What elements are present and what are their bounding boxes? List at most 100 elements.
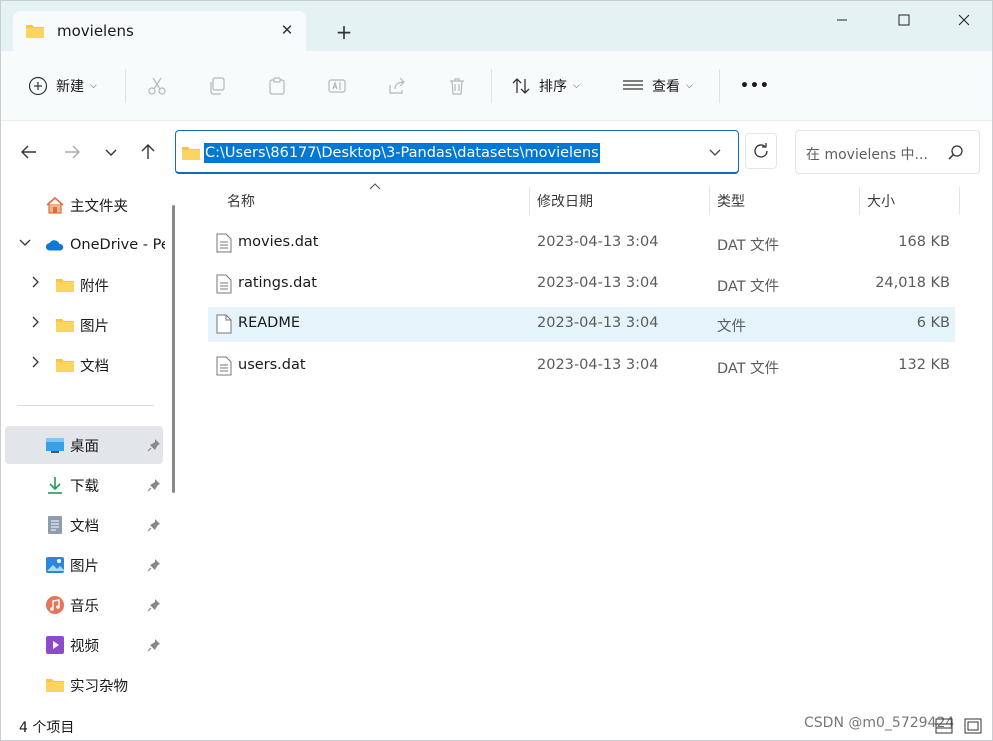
new-tab-button[interactable]: +: [330, 18, 358, 46]
column-header-name[interactable]: 名称: [227, 183, 255, 219]
table-row[interactable]: ratings.dat 2023-04-13 3:04 DAT 文件 24,01…: [208, 267, 955, 302]
file-size: 168 KB: [898, 234, 950, 250]
more-options-button[interactable]: •••: [740, 71, 770, 101]
sidebar-item-attachments[interactable]: 附件: [5, 266, 163, 304]
download-icon: [45, 475, 65, 495]
rename-button[interactable]: [324, 73, 350, 99]
chevron-right-icon[interactable]: [29, 276, 41, 291]
folder-icon: [26, 25, 44, 38]
thumbnail-view-icon[interactable]: [964, 717, 982, 735]
file-type: DAT 文件: [717, 361, 780, 377]
watermark-text: CSDN @m0_5729424: [804, 715, 955, 731]
arrow-right-icon: [65, 145, 80, 159]
file-explorer-window: movielens ✕ + 新建 ⌵ 排序 ⌵ 查看 ⌵ ••• C:\User…: [0, 0, 993, 741]
file-name: README: [238, 315, 300, 331]
folder-icon: [55, 275, 75, 295]
column-divider[interactable]: [959, 187, 960, 215]
sidebar-item-label: 主文件夹: [70, 198, 128, 215]
column-header-size[interactable]: 大小: [867, 183, 895, 219]
chevron-right-icon[interactable]: [29, 316, 41, 331]
maximize-button[interactable]: [881, 5, 927, 35]
recent-locations-button[interactable]: [96, 137, 126, 167]
search-box[interactable]: 在 movielens 中...: [795, 130, 980, 174]
pin-icon[interactable]: [147, 598, 161, 612]
sidebar-item-od-documents[interactable]: 文档: [5, 346, 163, 384]
pin-icon[interactable]: [147, 558, 161, 572]
column-header-type[interactable]: 类型: [717, 183, 745, 219]
sidebar-item-music[interactable]: 音乐: [5, 586, 163, 624]
chevron-down-icon[interactable]: [708, 145, 722, 159]
sort-icon: [512, 78, 530, 94]
sidebar-item-label: 下载: [70, 478, 99, 495]
sidebar-item-documents[interactable]: 文档: [5, 506, 163, 544]
sidebar-item-pictures[interactable]: 图片: [5, 546, 163, 584]
close-tab-button[interactable]: ✕: [276, 19, 298, 41]
column-header-modified[interactable]: 修改日期: [537, 183, 593, 219]
delete-button[interactable]: [444, 73, 470, 99]
table-row[interactable]: movies.dat 2023-04-13 3:04 DAT 文件 168 KB: [208, 226, 955, 261]
pin-icon[interactable]: [147, 518, 161, 532]
sidebar-scrollbar[interactable]: [172, 205, 175, 493]
sidebar-item-home[interactable]: 主文件夹: [5, 186, 163, 224]
cut-button[interactable]: [144, 73, 170, 99]
forward-button[interactable]: [57, 137, 87, 167]
music-icon: [45, 595, 65, 615]
table-row[interactable]: README 2023-04-13 3:04 文件 6 KB: [208, 307, 955, 342]
tab-movielens[interactable]: movielens ✕: [13, 11, 306, 52]
chevron-down-icon: ⌵: [90, 81, 97, 91]
up-button[interactable]: [133, 137, 163, 167]
search-placeholder: 在 movielens 中...: [806, 147, 928, 163]
pin-icon[interactable]: [147, 438, 161, 452]
maximize-icon: [898, 14, 910, 26]
pin-icon[interactable]: [147, 478, 161, 492]
minimize-button[interactable]: [819, 5, 865, 35]
sidebar-divider: [17, 405, 154, 406]
back-button[interactable]: [14, 137, 44, 167]
minimize-icon: [837, 19, 847, 21]
sidebar-item-od-pictures[interactable]: 图片: [5, 306, 163, 344]
column-divider[interactable]: [529, 187, 530, 215]
arrow-left-icon: [21, 145, 36, 159]
details-view-icon[interactable]: [935, 717, 953, 735]
blank-file-icon: [216, 314, 232, 334]
sidebar-item-videos[interactable]: 视频: [5, 626, 163, 664]
copy-icon: [210, 77, 225, 95]
sort-button[interactable]: 排序 ⌵: [511, 71, 580, 101]
file-modified: 2023-04-13 3:04: [537, 275, 659, 291]
sidebar-item-internship[interactable]: 实习杂物: [5, 666, 163, 704]
column-divider[interactable]: [709, 187, 710, 215]
dat-file-icon: [216, 274, 232, 294]
folder-icon: [45, 675, 65, 695]
item-count: 4 个项目: [19, 720, 75, 736]
sidebar-item-label: 音乐: [70, 598, 99, 615]
chevron-down-icon: [105, 149, 117, 156]
refresh-button[interactable]: [745, 133, 777, 169]
list-view-icon: [623, 80, 643, 90]
file-type: DAT 文件: [717, 238, 780, 254]
cloud-icon: [45, 235, 65, 255]
share-button[interactable]: [384, 73, 410, 99]
rename-icon: [328, 79, 346, 93]
pin-icon[interactable]: [147, 638, 161, 652]
divider: [491, 69, 492, 103]
chevron-down-icon: ⌵: [573, 81, 580, 91]
chevron-right-icon[interactable]: [29, 356, 41, 371]
sidebar-item-downloads[interactable]: 下载: [5, 466, 163, 504]
folder-icon: [182, 147, 200, 160]
address-bar[interactable]: C:\Users\86177\Desktop\3-Pandas\datasets…: [175, 130, 739, 174]
copy-button[interactable]: [204, 73, 230, 99]
table-row[interactable]: users.dat 2023-04-13 3:04 DAT 文件 132 KB: [208, 349, 955, 384]
sidebar-item-label: 图片: [80, 318, 109, 335]
chevron-down-icon[interactable]: [19, 236, 31, 251]
close-window-button[interactable]: [941, 5, 987, 35]
view-button[interactable]: 查看 ⌵: [622, 71, 693, 101]
paste-button[interactable]: [264, 73, 290, 99]
clipboard-icon: [269, 77, 285, 95]
sidebar-item-onedrive[interactable]: OneDrive - Pe: [5, 226, 165, 264]
column-divider[interactable]: [859, 187, 860, 215]
file-size: 132 KB: [898, 357, 950, 373]
sidebar-item-desktop[interactable]: 桌面: [5, 426, 163, 464]
sidebar-item-label: 视频: [70, 638, 99, 655]
new-button[interactable]: 新建 ⌵: [28, 71, 97, 101]
address-path[interactable]: C:\Users\86177\Desktop\3-Pandas\datasets…: [204, 143, 600, 163]
